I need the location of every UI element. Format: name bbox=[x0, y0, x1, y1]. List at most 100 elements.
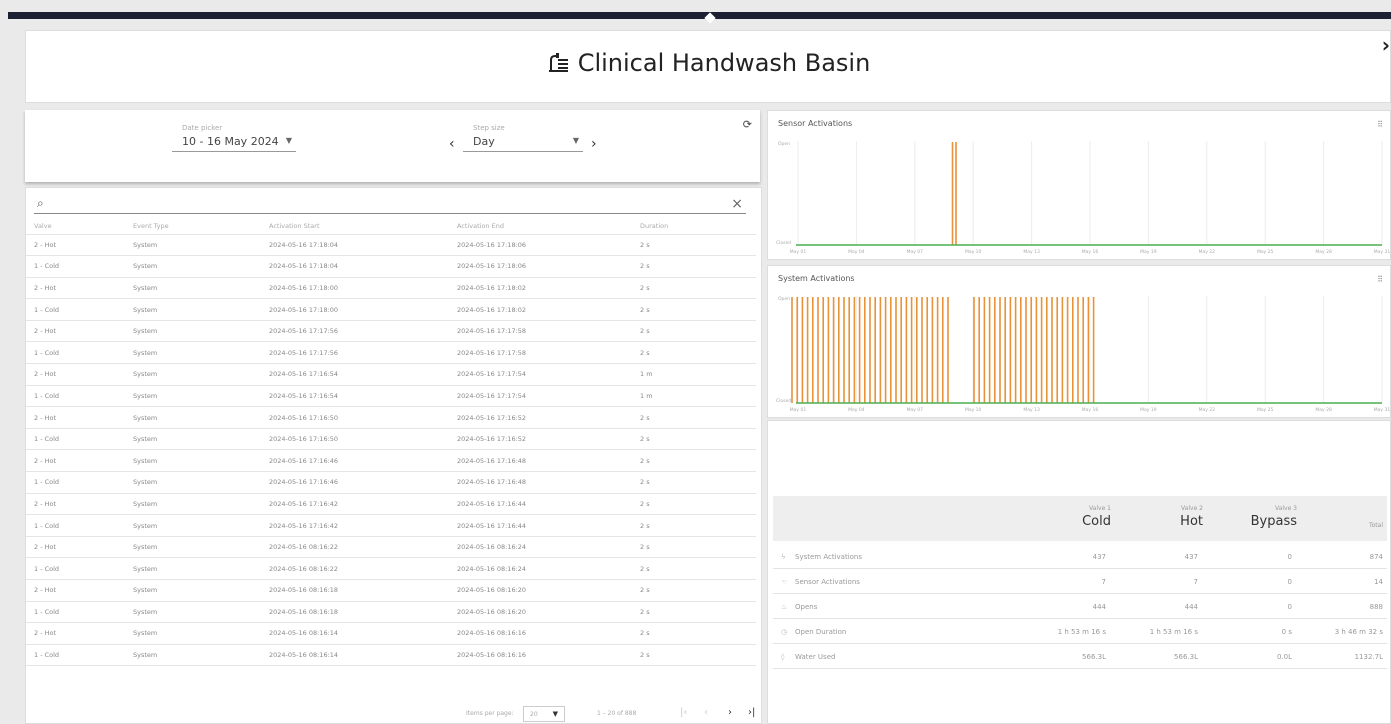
col-header-valve[interactable]: Valve bbox=[26, 218, 133, 235]
table-row[interactable]: 2 - Hot System 2024-05-16 08:16:18 2024-05-… bbox=[26, 579, 756, 602]
cell-activation-start: 2024-05-16 17:18:00 bbox=[269, 277, 457, 300]
table-row[interactable]: 1 - Cold System 2024-05-16 17:16:46 2024-05… bbox=[26, 471, 756, 494]
cell-event-type: System bbox=[133, 341, 269, 365]
cell-duration: 2 s bbox=[640, 557, 756, 580]
x-tick-label: May 04 bbox=[848, 407, 865, 413]
timer-icon: ◷ bbox=[781, 628, 788, 636]
cell-valve: 2 - Hot bbox=[26, 234, 133, 257]
summary-hot-value: 566.3L bbox=[1174, 653, 1198, 661]
summary-total-value: 1132.7L bbox=[1354, 653, 1383, 661]
cell-activation-start: 2024-05-16 08:16:14 bbox=[269, 622, 457, 645]
summary-row-label: System Activations bbox=[795, 553, 863, 561]
cell-duration: 2 s bbox=[640, 514, 756, 537]
table-row[interactable]: 1 - Cold System 2024-05-16 08:16:14 2024-05… bbox=[26, 644, 756, 667]
table-row[interactable]: 2 - Hot System 2024-05-16 17:16:54 2024-05-… bbox=[26, 363, 756, 386]
refresh-icon[interactable]: ⟳ bbox=[743, 118, 752, 131]
cell-activation-end: 2024-05-16 17:16:44 bbox=[457, 514, 640, 537]
first-page-icon[interactable]: |‹ bbox=[680, 707, 687, 718]
summary-bypass-value: 0 bbox=[1287, 603, 1292, 611]
summary-hot-value: 444 bbox=[1184, 603, 1198, 611]
table-row[interactable]: 2 - Hot System 2024-05-16 08:16:22 2024-05-… bbox=[26, 536, 756, 559]
hand-icon: ☜ bbox=[781, 578, 788, 586]
date-picker[interactable]: Date picker 10 - 16 May 2024 ▼ bbox=[172, 124, 296, 152]
events-table: Valve Event Type Activation Start Activa… bbox=[26, 218, 756, 667]
table-row[interactable]: 2 - Hot System 2024-05-16 17:18:04 2024-05-… bbox=[26, 234, 756, 257]
cell-activation-start: 2024-05-16 17:18:00 bbox=[269, 298, 457, 321]
x-tick-label: May 01 bbox=[790, 407, 807, 413]
sensor-activations-chart: Sensor Activations ⠿ May 01 May 04 May 07 M… bbox=[767, 110, 1391, 260]
x-tick-label: May 01 bbox=[790, 249, 807, 255]
items-per-page-select[interactable]: 20 ▼ bbox=[523, 706, 565, 722]
cell-duration: 2 s bbox=[640, 298, 756, 321]
page-range: 1 – 20 of 888 bbox=[597, 710, 637, 717]
summary-row-label-wrap: ϟ System Activations bbox=[781, 553, 862, 561]
col-header-event-type[interactable]: Event Type bbox=[133, 218, 269, 235]
x-tick-label: May 22 bbox=[1199, 407, 1216, 413]
last-page-icon[interactable]: ›| bbox=[748, 707, 755, 718]
cell-activation-start: 2024-05-16 08:16:18 bbox=[269, 579, 457, 602]
cell-event-type: System bbox=[133, 557, 269, 580]
page-title-text: Clinical Handwash Basin bbox=[577, 49, 871, 77]
y-tick-open: Open bbox=[778, 141, 790, 147]
cell-event-type: System bbox=[133, 385, 269, 408]
cell-activation-end: 2024-05-16 08:16:24 bbox=[457, 536, 640, 559]
summary-hot-value: 7 bbox=[1193, 578, 1198, 586]
close-button[interactable]: › bbox=[1382, 33, 1390, 57]
cell-activation-end: 2024-05-16 17:18:02 bbox=[457, 277, 640, 300]
summary-cold-value: 444 bbox=[1092, 603, 1106, 611]
cell-duration: 1 m bbox=[640, 363, 756, 386]
search-input[interactable]: ⌕ bbox=[34, 196, 746, 214]
cell-duration: 2 s bbox=[640, 536, 756, 559]
table-row[interactable]: 2 - Hot System 2024-05-16 17:18:00 2024-05-… bbox=[26, 277, 756, 300]
cell-valve: 1 - Cold bbox=[26, 471, 133, 494]
summary-row: ◷ Open Duration 1 h 53 m 16 s 1 h 53 m 16 s… bbox=[773, 620, 1387, 644]
cell-valve: 2 - Hot bbox=[26, 493, 133, 516]
col-header-duration[interactable]: Duration bbox=[640, 218, 756, 235]
cell-event-type: System bbox=[133, 406, 269, 429]
table-row[interactable]: 1 - Cold System 2024-05-16 08:16:18 2024-05… bbox=[26, 601, 756, 624]
cell-activation-end: 2024-05-16 17:16:48 bbox=[457, 471, 640, 494]
next-page-icon[interactable]: › bbox=[728, 707, 732, 718]
table-row[interactable]: 1 - Cold System 2024-05-16 17:16:54 2024-05… bbox=[26, 385, 756, 408]
summary-cold-value: 1 h 53 m 16 s bbox=[1057, 628, 1106, 636]
cell-activation-end: 2024-05-16 08:16:16 bbox=[457, 622, 640, 645]
cell-event-type: System bbox=[133, 428, 269, 451]
cell-event-type: System bbox=[133, 622, 269, 645]
step-size-select[interactable]: Step size Day ▼ bbox=[463, 124, 583, 152]
col-header-activation-start[interactable]: Activation Start bbox=[269, 218, 457, 235]
cell-event-type: System bbox=[133, 644, 269, 667]
summary-hot-value: 437 bbox=[1184, 553, 1198, 561]
cell-activation-start: 2024-05-16 17:16:54 bbox=[269, 363, 457, 386]
cell-activation-start: 2024-05-16 17:16:42 bbox=[269, 493, 457, 516]
table-row[interactable]: 1 - Cold System 2024-05-16 17:17:56 2024-05… bbox=[26, 341, 756, 365]
chevron-down-icon: ▼ bbox=[572, 136, 579, 145]
table-row[interactable]: 2 - Hot System 2024-05-16 17:17:56 2024-05-… bbox=[26, 320, 756, 343]
table-row[interactable]: 2 - Hot System 2024-05-16 08:16:14 2024-05-… bbox=[26, 622, 756, 645]
cell-activation-start: 2024-05-16 08:16:18 bbox=[269, 601, 457, 624]
system-chart-plot: May 01 May 04 May 07 May 10 May 13 May 16 May … bbox=[776, 296, 1390, 413]
cell-duration: 1 m bbox=[640, 385, 756, 408]
col-header-activation-end[interactable]: Activation End bbox=[457, 218, 640, 235]
x-tick-label: May 19 bbox=[1140, 249, 1157, 255]
table-row[interactable]: 1 - Cold System 2024-05-16 17:18:00 2024-05… bbox=[26, 298, 756, 321]
cell-activation-end: 2024-05-16 17:17:54 bbox=[457, 363, 640, 386]
total-header: Total bbox=[1313, 522, 1383, 529]
tap-icon: ♨ bbox=[781, 603, 788, 611]
cell-valve: 1 - Cold bbox=[26, 601, 133, 624]
clear-search-icon[interactable]: × bbox=[731, 196, 743, 212]
table-row[interactable]: 1 - Cold System 2024-05-16 17:18:04 2024-05… bbox=[26, 255, 756, 278]
previous-step-button[interactable]: ‹ bbox=[449, 136, 455, 152]
search-icon: ⌕ bbox=[37, 196, 44, 210]
cell-event-type: System bbox=[133, 471, 269, 494]
x-tick-label: May 16 bbox=[1082, 249, 1099, 255]
table-row[interactable]: 1 - Cold System 2024-05-16 17:16:42 2024-05… bbox=[26, 514, 756, 537]
next-step-button[interactable]: › bbox=[591, 136, 597, 152]
table-row[interactable]: 1 - Cold System 2024-05-16 17:16:50 2024-05… bbox=[26, 428, 756, 451]
table-row[interactable]: 1 - Cold System 2024-05-16 08:16:22 2024-05… bbox=[26, 557, 756, 580]
cell-event-type: System bbox=[133, 514, 269, 537]
table-row[interactable]: 2 - Hot System 2024-05-16 17:16:42 2024-05-… bbox=[26, 493, 756, 516]
previous-page-icon[interactable]: ‹ bbox=[704, 707, 708, 718]
table-row[interactable]: 2 - Hot System 2024-05-16 17:16:46 2024-05-… bbox=[26, 449, 756, 473]
table-row[interactable]: 2 - Hot System 2024-05-16 17:16:50 2024-05-… bbox=[26, 406, 756, 429]
header-panel: Clinical Handwash Basin › bbox=[25, 30, 1391, 103]
